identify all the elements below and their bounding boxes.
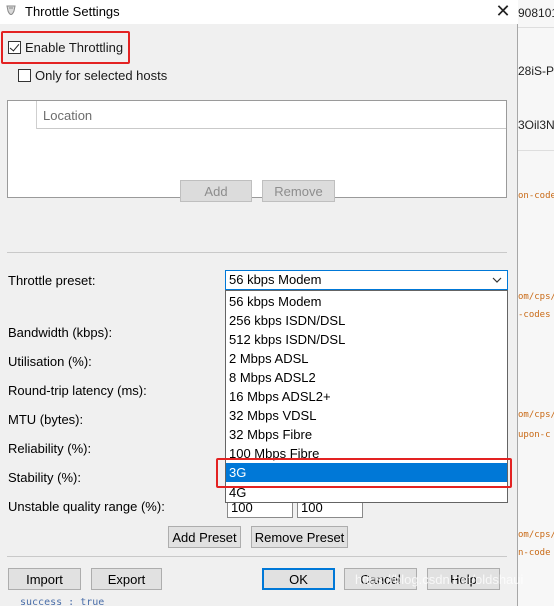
preset-option[interactable]: 32 Mbps VDSL [226,406,507,425]
remove-preset-button[interactable]: Remove Preset [251,526,348,548]
close-icon[interactable]: ✕ [488,0,518,24]
background-code: success : true [20,597,105,606]
background-code: n-code [518,548,551,558]
divider [7,556,507,557]
stability-label: Stability (%): [8,470,81,485]
highlight-box [1,31,130,64]
watermark-text: https://blog.csdn.net/oldshaui [355,572,524,587]
row-number-column [8,101,37,129]
background-code: om/cps/ [518,530,554,540]
divider [7,252,507,253]
import-button[interactable]: Import [8,568,81,590]
throttle-preset-label: Throttle preset: [8,273,96,288]
selected-hosts-label: Only for selected hosts [35,67,168,83]
throttle-preset-select[interactable]: 56 kbps Modem [225,270,508,290]
selected-hosts-checkbox[interactable]: Only for selected hosts [18,66,167,84]
fiddler-app-icon [6,5,16,15]
highlight-box [216,458,512,488]
export-button[interactable]: Export [91,568,162,590]
background-code: om/cps/ [518,292,554,302]
preset-option[interactable]: 256 kbps ISDN/DSL [226,311,507,330]
preset-option[interactable]: 512 kbps ISDN/DSL [226,330,507,349]
preset-option[interactable]: 2 Mbps ADSL [226,349,507,368]
preset-selected-value: 56 kbps Modem [229,272,322,287]
background-window: 908101 28iS-PJ 3Oil3N on-code om/cps/ -c… [517,0,554,606]
chevron-down-icon[interactable] [487,271,507,289]
background-text: 3Oil3N [518,118,554,132]
background-text: 908101 [518,6,554,20]
background-code: om/cps/ [518,410,554,420]
remove-host-button[interactable]: Remove [262,180,335,202]
unstable-range-label: Unstable quality range (%): [8,499,165,514]
preset-option[interactable]: 16 Mbps ADSL2+ [226,387,507,406]
window-title: Throttle Settings [25,4,120,19]
background-code: -codes [518,310,551,320]
add-preset-button[interactable]: Add Preset [168,526,241,548]
preset-option[interactable]: 56 kbps Modem [226,292,507,311]
preset-option[interactable]: 8 Mbps ADSL2 [226,368,507,387]
add-host-button[interactable]: Add [180,180,252,202]
ok-button[interactable]: OK [262,568,335,590]
latency-label: Round-trip latency (ms): [8,383,147,398]
location-column-header[interactable]: Location [43,108,92,123]
bandwidth-label: Bandwidth (kbps): [8,325,113,340]
background-code: upon-c [518,430,551,440]
preset-option[interactable]: 32 Mbps Fibre [226,425,507,444]
title-bar: Throttle Settings ✕ [0,0,518,24]
throttle-settings-dialog: Throttle Settings ✕ Enable Throttling On… [0,0,518,606]
reliability-label: Reliability (%): [8,441,92,456]
location-table[interactable]: Location [7,100,507,198]
mtu-label: MTU (bytes): [8,412,84,427]
checkbox-box[interactable] [18,68,31,82]
background-code: on-code [518,191,554,201]
utilisation-label: Utilisation (%): [8,354,92,369]
background-text: 28iS-PJ [518,64,554,78]
